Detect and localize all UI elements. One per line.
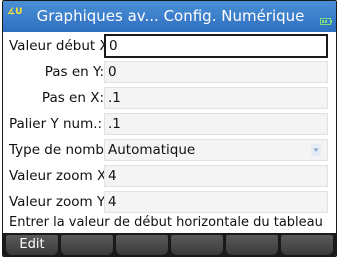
num-step-y-field[interactable]: .1 xyxy=(104,113,328,135)
softkey-edit[interactable]: Edit xyxy=(6,235,58,255)
step-y-label: Pas en Y: xyxy=(44,64,104,80)
softkey-bar: Edit xyxy=(3,233,336,256)
softkey-5[interactable] xyxy=(226,235,278,255)
softkey-4[interactable] xyxy=(171,235,223,255)
title-bar: ∡U Graphiques av... Config. Numérique xyxy=(3,1,336,32)
row-step-x: Pas en X: .1 xyxy=(3,87,336,109)
number-type-label: Type de nomb xyxy=(9,142,105,158)
calculator-screen: ∡U Graphiques av... Config. Numérique Va… xyxy=(2,0,337,257)
help-hint: Entrer la valeur de début horizontale du… xyxy=(9,215,323,230)
row-start-x: Valeur début X 0 xyxy=(3,34,336,58)
softkey-2[interactable] xyxy=(61,235,113,255)
chevron-down-icon[interactable] xyxy=(311,144,321,156)
row-zoom-x: Valeur zoom X 4 xyxy=(3,165,336,187)
softkey-6[interactable] xyxy=(281,235,333,255)
angle-mode-indicator: ∡U xyxy=(7,7,23,17)
number-type-select[interactable]: Automatique xyxy=(104,139,328,161)
row-zoom-y: Valeur zoom Y 4 xyxy=(3,191,336,213)
row-number-type: Type de nomb Automatique xyxy=(3,139,336,161)
row-step-y: Pas en Y: 0 xyxy=(3,61,336,83)
row-num-step-y: Palier Y num.: .1 xyxy=(3,113,336,135)
num-step-y-label: Palier Y num.: xyxy=(9,116,103,132)
step-x-field[interactable]: .1 xyxy=(104,87,328,109)
app-title: Graphiques av... Config. Numérique xyxy=(36,7,305,25)
softkey-3[interactable] xyxy=(116,235,168,255)
zoom-y-label: Valeur zoom Y xyxy=(9,194,106,210)
step-y-field[interactable]: 0 xyxy=(104,61,328,83)
zoom-x-field[interactable]: 4 xyxy=(104,165,328,187)
zoom-y-field[interactable]: 4 xyxy=(104,191,328,213)
battery-icon xyxy=(320,18,332,25)
start-x-label: Valeur début X xyxy=(9,38,106,54)
number-type-value: Automatique xyxy=(108,142,196,158)
start-x-field[interactable]: 0 xyxy=(104,34,328,58)
zoom-x-label: Valeur zoom X xyxy=(9,168,106,184)
step-x-label: Pas en X: xyxy=(41,90,104,106)
